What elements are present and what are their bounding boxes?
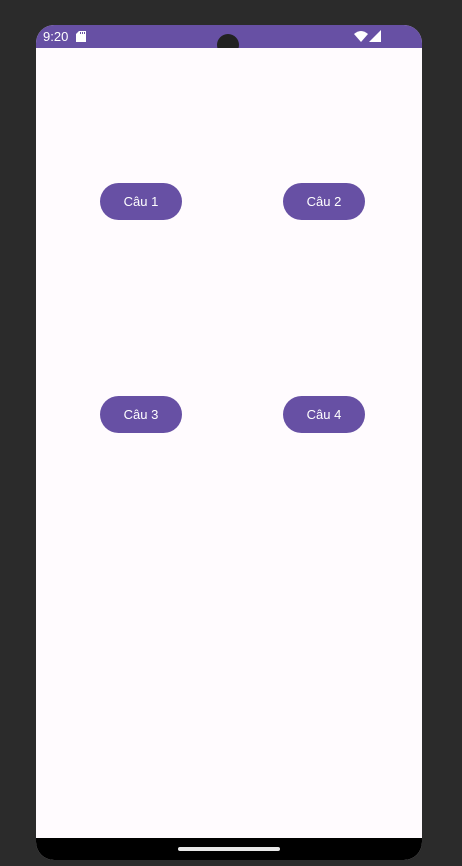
cau-1-button[interactable]: Câu 1 <box>100 183 182 220</box>
cau-3-button[interactable]: Câu 3 <box>100 396 182 433</box>
cellular-signal-icon <box>369 30 381 42</box>
status-time: 9:20 <box>43 29 69 44</box>
cau-2-button[interactable]: Câu 2 <box>283 183 365 220</box>
main-content: Câu 1 Câu 2 Câu 3 Câu 4 <box>36 48 422 838</box>
wifi-icon <box>354 31 368 42</box>
navigation-bar <box>36 838 422 860</box>
sd-card-icon <box>76 31 86 42</box>
cau-4-button[interactable]: Câu 4 <box>283 396 365 433</box>
phone-screen: 9:20 Câu 1 Câu 2 Câu 3 Câu 4 <box>36 25 422 860</box>
home-gesture-handle[interactable] <box>178 847 280 851</box>
status-bar: 9:20 <box>36 25 422 56</box>
